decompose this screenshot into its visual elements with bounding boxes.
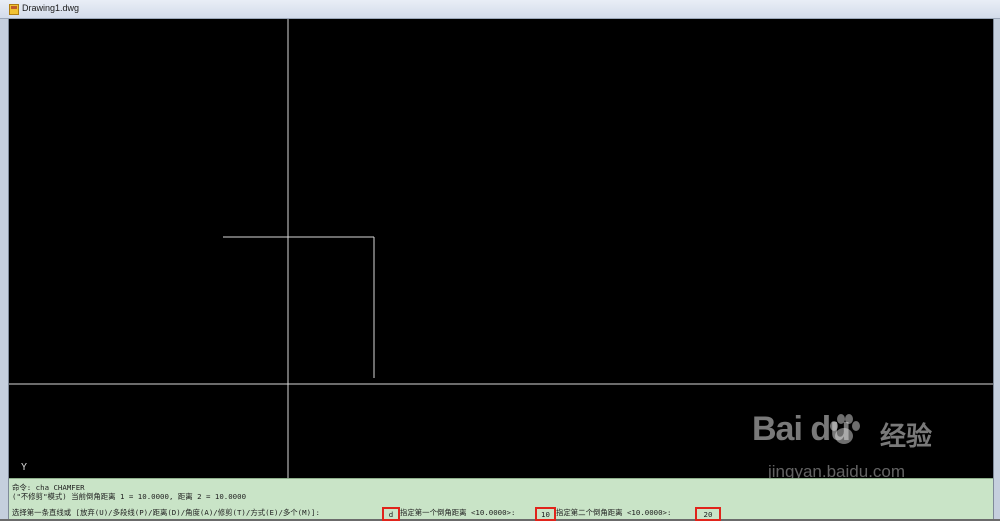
- drawing-file-icon: [9, 4, 19, 15]
- window-frame-right: [993, 19, 1000, 519]
- prompt-second-distance: 指定第二个倒角距离 <10.0000>:: [556, 508, 672, 517]
- document-title: Drawing1.dwg: [22, 3, 80, 13]
- window-frame-left: [0, 19, 9, 519]
- document-title-bar: Drawing1.dwg: [0, 0, 1000, 19]
- command-line-window[interactable]: 命令: cha CHAMFER ("不修剪"模式) 当前倒角距离 1 = 10.…: [9, 478, 993, 521]
- prompt-select-lines: 选择第一条直线或 [放弃(U)/多段线(P)/距离(D)/角度(A)/修剪(T)…: [12, 508, 320, 517]
- watermark-cn: 经验: [880, 422, 933, 452]
- ucs-y-axis-label: Y: [21, 462, 28, 473]
- paw-icon: [830, 414, 860, 444]
- prompt-first-distance: 指定第一个倒角距离 <10.0000>:: [400, 508, 516, 517]
- command-history-line-2: ("不修剪"模式) 当前倒角距离 1 = 10.0000, 距离 2 = 10.…: [12, 492, 247, 501]
